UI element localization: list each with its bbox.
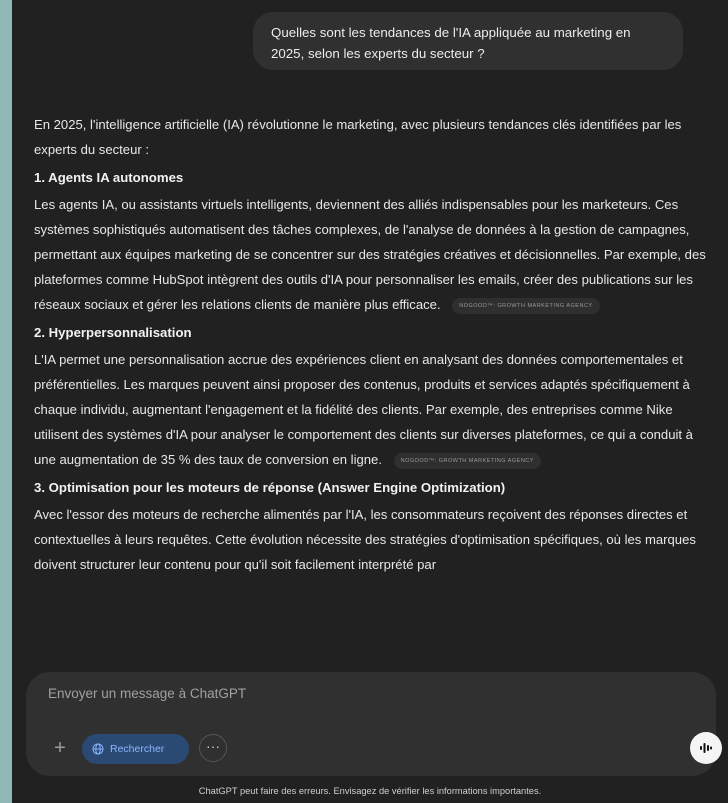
response-intro: En 2025, l'intelligence artificielle (IA… bbox=[34, 117, 682, 157]
section-heading: 3. Optimisation pour les moteurs de répo… bbox=[34, 480, 506, 495]
source-citation-badge[interactable]: NOGOOD™: GROWTH MARKETING AGENCY bbox=[452, 297, 600, 314]
search-button[interactable]: Rechercher bbox=[82, 734, 189, 764]
section-body: Les agents IA, ou assistants virtuels in… bbox=[34, 192, 718, 317]
section-text: Les agents IA, ou assistants virtuels in… bbox=[34, 197, 706, 312]
more-options-button[interactable]: ··· bbox=[199, 734, 227, 762]
message-composer[interactable]: Envoyer un message à ChatGPT + Recherche… bbox=[26, 672, 722, 776]
disclaimer-text: ChatGPT peut faire des erreurs. Envisage… bbox=[198, 786, 542, 796]
source-citation-badge[interactable]: NOGOOD™: GROWTH MARKETING AGENCY bbox=[393, 452, 541, 469]
chat-view: Quelles sont les tendances de l'IA appli… bbox=[12, 0, 728, 803]
section-body: L'IA permet une personnalisation accrue … bbox=[34, 347, 718, 472]
search-button-label: Rechercher bbox=[110, 743, 165, 755]
message-input[interactable]: Envoyer un message à ChatGPT bbox=[48, 686, 246, 701]
section-body: Avec l'essor des moteurs de recherche al… bbox=[34, 502, 718, 577]
attach-button[interactable]: + bbox=[48, 736, 72, 760]
window-edge-strip bbox=[0, 0, 12, 803]
user-message-bubble: Quelles sont les tendances de l'IA appli… bbox=[253, 12, 683, 70]
section-text: L'IA permet une personnalisation accrue … bbox=[34, 352, 693, 467]
voice-mode-icon bbox=[700, 743, 712, 753]
section-text: Avec l'essor des moteurs de recherche al… bbox=[34, 507, 696, 572]
assistant-response: En 2025, l'intelligence artificielle (IA… bbox=[34, 112, 718, 577]
user-message-text: Quelles sont les tendances de l'IA appli… bbox=[271, 25, 631, 61]
section-heading: 2. Hyperpersonnalisation bbox=[34, 325, 192, 340]
globe-icon bbox=[92, 743, 104, 755]
section-heading: 1. Agents IA autonomes bbox=[34, 170, 184, 185]
voice-mode-button[interactable] bbox=[690, 732, 722, 764]
